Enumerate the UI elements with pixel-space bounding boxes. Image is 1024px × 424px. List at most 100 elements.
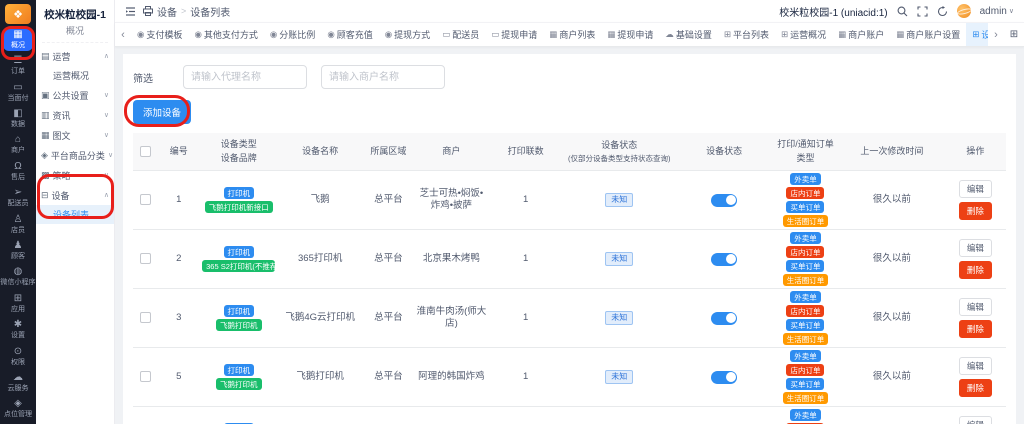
rail-item-after-sale[interactable]: Ω 售后 — [0, 158, 36, 184]
order-type-badge: 买单订单 — [786, 201, 825, 213]
chevron-down-icon: ∨ — [1008, 8, 1014, 15]
sidebar-item-news[interactable]: ▥ 资讯 ∨ — [36, 105, 114, 125]
calendar-icon: ▦ — [549, 29, 558, 39]
rail-item-overview[interactable]: ▦ 概况 — [0, 26, 36, 52]
sidebar-item-platform-categories[interactable]: ◈ 平台商品分类 ∨ — [36, 145, 114, 165]
rail-item-mini-program[interactable]: ◍ 微信小程序 — [0, 264, 36, 290]
delete-button[interactable]: 删除 — [958, 202, 992, 220]
order-type-badge: 店内订单 — [786, 364, 825, 376]
table-row: 12打印机飞鹅打印机黄焖鸡米饭总平台郭记黄焖鸡米饭1未知 外卖单店内订单买单订单生… — [133, 406, 1006, 424]
sidebar-item-label: 图文 — [52, 130, 71, 141]
merchant-name-input[interactable] — [321, 65, 445, 89]
rail-item-settings[interactable]: ✱ 设置 — [0, 316, 36, 342]
order-type-badge: 外卖单 — [790, 291, 821, 303]
tab-merchant-account-settings[interactable]: ▦ 商户账户设置 — [890, 23, 966, 46]
tab-payment-template[interactable]: ◉ 支付模板 — [131, 23, 188, 46]
tab-courier[interactable]: ▭ 配送员 — [436, 23, 485, 46]
tab-withdraw-apply-2[interactable]: ▦ 提现申请 — [601, 23, 659, 46]
sidebar-item-strategy[interactable]: ▩ 策略 ∨ — [36, 165, 114, 185]
delete-button[interactable]: 删除 — [958, 379, 992, 397]
tab-customer-recharge[interactable]: ◉ 顾客充值 — [321, 23, 378, 46]
search-icon[interactable] — [897, 6, 908, 17]
column-header: 设备类型 设备品牌 — [200, 133, 278, 171]
device-status-toggle[interactable] — [711, 311, 738, 325]
device-type-badge: 打印机 — [223, 246, 255, 258]
column-header: 上一次修改时间 — [839, 133, 945, 171]
rail-item-apps[interactable]: ⊞ 应用 — [0, 290, 36, 316]
tab-split-ratio[interactable]: ◉ 分账比例 — [264, 23, 321, 46]
sidebar-item-device-list[interactable]: 设备列表 — [36, 205, 114, 224]
cell-status-toggle — [676, 406, 772, 424]
tab-device-list[interactable]: ⊞设备列表× — [966, 23, 988, 46]
rail-item-cloud-service[interactable]: ☁ 云服务 — [0, 369, 36, 395]
row-checkbox[interactable] — [139, 252, 151, 264]
edit-button[interactable]: 编辑 — [958, 357, 992, 375]
rail-item-face-pay[interactable]: ▭ 当面付 — [0, 79, 36, 105]
sidebar-item-label: 运营概况 — [53, 71, 90, 81]
rail-item-spot-management[interactable]: ◈ 点位管理 — [0, 396, 36, 422]
tabs-scroll-right-icon[interactable]: › — [988, 23, 1004, 46]
cell-copies: 1 — [489, 229, 563, 289]
status-badge: 未知 — [605, 192, 634, 208]
page-content: 筛选 添加设备 编号 设备类型设备品牌 设备名称 所属区域 商户 打印联数 设备状态 (仅部分… — [115, 47, 1024, 424]
tab-merchant-account[interactable]: ▦ 商户账户 — [832, 23, 890, 46]
chevron-down-icon: ∨ — [103, 172, 109, 179]
fullscreen-icon[interactable] — [917, 5, 928, 17]
user-name: admin — [979, 5, 1007, 17]
header-checkbox[interactable] — [139, 145, 151, 157]
cell-actions: 编辑删除 — [944, 288, 1006, 348]
sidebar-item-public-settings[interactable]: ▣ 公共设置 ∨ — [36, 85, 114, 105]
avatar[interactable] — [956, 4, 971, 18]
row-checkbox[interactable] — [139, 193, 151, 205]
cell-select — [133, 229, 158, 289]
rail-item-customers[interactable]: ♟ 顾客 — [0, 237, 36, 263]
agent-name-input[interactable] — [183, 65, 307, 89]
delete-button[interactable]: 删除 — [958, 320, 992, 338]
tab-merchant-list[interactable]: ▦ 商户列表 — [543, 23, 601, 46]
device-status-toggle[interactable] — [711, 193, 738, 207]
rail-item-couriers[interactable]: ➢ 配送员 — [0, 184, 36, 210]
tab-withdraw-methods[interactable]: ◉ 提现方式 — [379, 23, 436, 46]
order-type-badge: 店内订单 — [786, 246, 825, 258]
tab-options-icon[interactable]: ⊞ — [1004, 23, 1024, 46]
sidebar-item-operations[interactable]: ▤ 运营 ∧ — [36, 46, 114, 66]
device-status-toggle[interactable] — [711, 252, 738, 266]
collapse-sidebar-icon[interactable] — [125, 6, 136, 17]
after-sale-icon: Ω — [14, 160, 22, 172]
row-checkbox[interactable] — [139, 370, 151, 382]
row-checkbox[interactable] — [139, 311, 151, 323]
add-device-button[interactable]: 添加设备 — [133, 100, 192, 124]
edit-button[interactable]: 编辑 — [958, 239, 992, 257]
app-logo-icon[interactable]: ❖ — [5, 4, 31, 24]
tab-platform-list[interactable]: ⊞ 平台列表 — [718, 23, 775, 46]
device-status-toggle[interactable] — [711, 370, 738, 384]
refresh-icon[interactable] — [937, 5, 948, 17]
app-root: ❖ ▦ 概况 ☰ 订单 ▭ 当面付 ◧ 数据 ⌂ 商户 Ω 售后 ➢ 配送员 ♙ 店员 ♟ 顾客 ◍ 微信小程序 ⊞ 应用… — [0, 0, 1024, 424]
rail-item-data[interactable]: ◧ 数据 — [0, 105, 36, 131]
user-menu[interactable]: admin ∨ — [980, 6, 1014, 17]
sidebar-item-devices[interactable]: ⊟ 设备 ∧ — [36, 185, 114, 205]
sidebar-item-articles[interactable]: ▦ 图文 ∨ — [36, 125, 114, 145]
order-type-badge: 外卖单 — [790, 173, 821, 185]
tab-withdraw-apply[interactable]: ▭ 提现申请 — [485, 23, 543, 46]
tab-operations-overview[interactable]: ⊞ 运营概况 — [775, 23, 832, 46]
tabs-scroll-left-icon[interactable]: ‹ — [115, 23, 131, 46]
rail-item-staff[interactable]: ♙ 店员 — [0, 211, 36, 237]
rail-item-merchants[interactable]: ⌂ 商户 — [0, 132, 36, 158]
rail-item-orders[interactable]: ☰ 订单 — [0, 52, 36, 78]
breadcrumb-root[interactable]: 设备 — [157, 4, 177, 19]
breadcrumb-separator: > — [181, 6, 187, 16]
edit-button[interactable]: 编辑 — [958, 298, 992, 316]
tab-other-payment-methods[interactable]: ◉ 其他支付方式 — [188, 23, 263, 46]
cell-region: 总平台 — [362, 288, 414, 348]
status-badge: 未知 — [605, 310, 634, 326]
top-bar: 设备 > 设备列表 校米粒校园-1 (uniacid:1) admin ∨ — [115, 0, 1024, 22]
delete-button[interactable]: 删除 — [958, 261, 992, 279]
tab-label: 配送员 — [452, 30, 480, 40]
tab-basic-settings[interactable]: ☁ 基础设置 — [659, 23, 718, 46]
sidebar-item-operations-overview[interactable]: 运营概况 — [36, 66, 114, 85]
edit-button[interactable]: 编辑 — [958, 180, 992, 198]
rail-item-permissions[interactable]: ⊙ 权限 — [0, 343, 36, 369]
edit-button[interactable]: 编辑 — [958, 416, 992, 424]
rail-item-label: 设置 — [10, 330, 26, 339]
